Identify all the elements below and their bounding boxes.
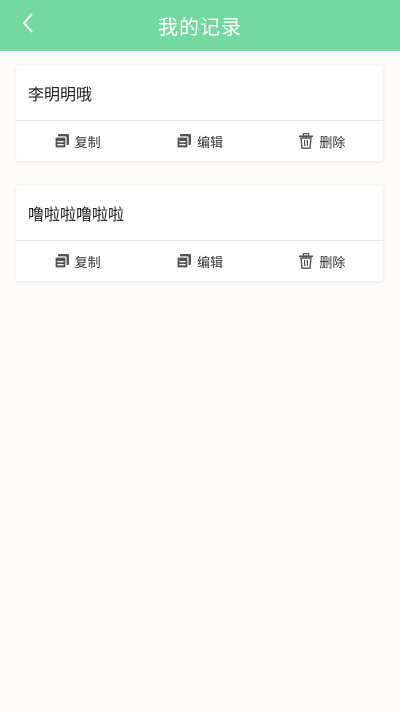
- trash-icon: [298, 253, 314, 269]
- edit-icon: [176, 253, 192, 269]
- copy-label: 复制: [74, 135, 101, 151]
- record-card: 李明明哦 复制 编辑 删除: [16, 65, 383, 161]
- record-list: 李明明哦 复制 编辑 删除 噜啦啦噜啦啦 复制 编辑 删除: [16, 65, 383, 305]
- record-card: 噜啦啦噜啦啦 复制 编辑 删除: [16, 185, 383, 281]
- trash-icon: [298, 133, 314, 149]
- copy-label: 复制: [74, 255, 101, 271]
- delete-label: 删除: [319, 135, 346, 151]
- edit-icon: [176, 133, 192, 149]
- edit-label: 编辑: [196, 135, 223, 151]
- delete-label: 删除: [319, 255, 346, 271]
- edit-button[interactable]: 编辑: [138, 132, 260, 151]
- edit-button[interactable]: 编辑: [138, 252, 260, 271]
- delete-button[interactable]: 删除: [261, 252, 383, 271]
- back-button[interactable]: [14, 11, 42, 39]
- chevron-left-icon: [21, 12, 35, 38]
- record-title: 噜啦啦噜啦啦: [16, 185, 383, 241]
- delete-button[interactable]: 删除: [261, 132, 383, 151]
- record-actions: 复制 编辑 删除: [16, 241, 383, 281]
- edit-label: 编辑: [196, 255, 223, 271]
- copy-icon: [54, 253, 70, 269]
- copy-icon: [54, 133, 70, 149]
- record-title: 李明明哦: [16, 65, 383, 121]
- page-title: 我的记录: [158, 15, 242, 39]
- copy-button[interactable]: 复制: [16, 252, 138, 271]
- copy-button[interactable]: 复制: [16, 132, 138, 151]
- record-actions: 复制 编辑 删除: [16, 121, 383, 161]
- app-header: 我的记录: [0, 0, 400, 51]
